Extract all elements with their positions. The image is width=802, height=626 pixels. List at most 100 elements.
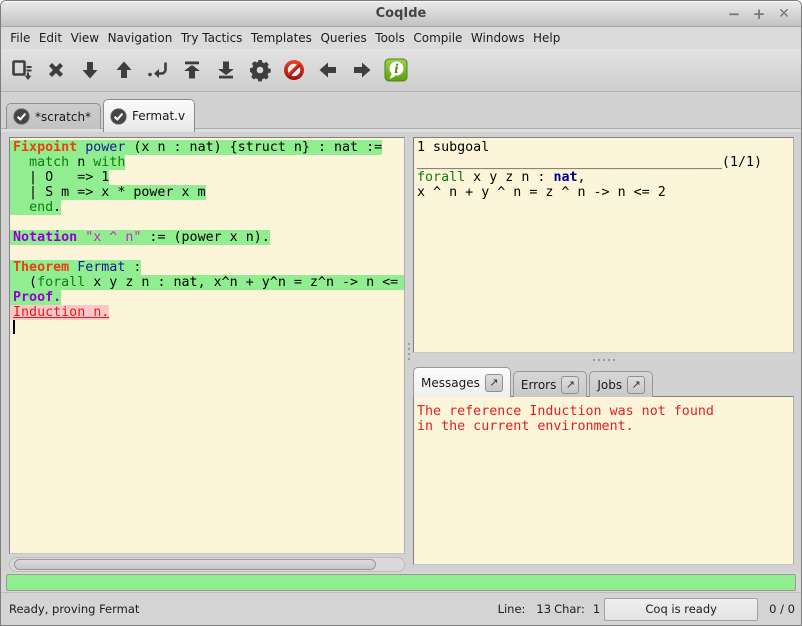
code-line-text: end.: [10, 200, 61, 215]
detach-icon[interactable]: ↗: [561, 376, 579, 394]
new-buffer-button[interactable]: [10, 55, 34, 85]
goal-line-text: x ^ n + y ^ n = z ^ n -> n <= 2: [414, 185, 666, 200]
close-buffer-button[interactable]: [44, 55, 68, 85]
message-line: in the current environment.: [417, 419, 793, 434]
about-info-button[interactable]: i: [384, 55, 408, 85]
message-line-text: The reference Induction was not found: [414, 404, 714, 419]
code-token-plain: x y z n : nat, x^n + y^n = z^n -> n <= 2…: [85, 275, 405, 290]
check-circle-icon: [13, 108, 30, 125]
code-token-plain: (x n : nat) {struct n} : nat :=: [125, 140, 382, 155]
menubar: FileEditViewNavigationTry TacticsTemplat…: [1, 27, 801, 49]
progress-row: [1, 572, 801, 592]
menu-windows[interactable]: Windows: [467, 29, 529, 47]
code-line: Fixpoint power (x n : nat) {struct n} : …: [13, 140, 404, 155]
menu-compile[interactable]: Compile: [409, 29, 467, 47]
interrupt-button[interactable]: [282, 55, 306, 85]
toolbar: i: [1, 49, 801, 92]
text-cursor: [13, 320, 15, 334]
menu-tools[interactable]: Tools: [371, 29, 409, 47]
code-token-plain: | O => 1: [13, 170, 109, 185]
code-line-text: Induction n.: [10, 305, 109, 320]
line-label: Line:: [498, 602, 526, 616]
code-token-kdecl: Proof.: [13, 290, 61, 305]
tab-fermat.v[interactable]: Fermat.v: [103, 99, 195, 132]
main-area: Fixpoint power (x n : nat) {struct n} : …: [1, 132, 801, 572]
go-to-cursor-button[interactable]: [146, 55, 170, 85]
goal-token-plain: x ^ n + y ^ n = z ^ n -> n <= 2: [417, 185, 666, 200]
menu-view[interactable]: View: [66, 29, 103, 47]
backward-step-button[interactable]: [112, 55, 136, 85]
detach-icon[interactable]: ↗: [627, 376, 645, 394]
next-button[interactable]: [350, 55, 374, 85]
goal-token-type: nat: [553, 170, 577, 185]
right-panes: 1 subgoal_______________________________…: [413, 137, 794, 572]
tab-scratch[interactable]: *scratch*: [6, 103, 101, 129]
titlebar[interactable]: CoqIde − + ✕: [1, 1, 801, 27]
interrupt-icon: [282, 58, 306, 82]
code-token-kw: end: [29, 200, 53, 215]
menu-edit[interactable]: Edit: [35, 29, 67, 47]
goal-line: 1 subgoal: [417, 140, 793, 155]
menu-queries[interactable]: Queries: [316, 29, 371, 47]
menu-navigation[interactable]: Navigation: [103, 29, 176, 47]
backward-step-icon: [113, 59, 135, 81]
code-token-str: "x ^ n": [85, 230, 141, 245]
new-buffer-icon: [10, 58, 34, 82]
goal-token-plain: x y z n :: [465, 170, 553, 185]
progress-bar: [6, 574, 796, 591]
go-to-start-button[interactable]: [180, 55, 204, 85]
messages-tabbar: Messages↗Errors↗Jobs↗: [413, 367, 794, 397]
code-line-text: match n with: [10, 155, 125, 170]
detach-icon[interactable]: ↗: [485, 374, 503, 392]
code-line: end.: [13, 200, 404, 215]
close-icon[interactable]: ✕: [777, 6, 791, 22]
menu-try-tactics[interactable]: Try Tactics: [177, 29, 247, 47]
message-token-errmsg: in the current environment.: [417, 419, 634, 434]
code-token-id: power: [85, 140, 125, 155]
previous-button[interactable]: [316, 55, 340, 85]
scrollbar-thumb[interactable]: [14, 559, 376, 570]
code-line-text: (forall x y z n : nat, x^n + y^n = z^n -…: [10, 275, 405, 290]
forward-step-button[interactable]: [78, 55, 102, 85]
code-token-id: Fermat: [77, 260, 125, 275]
grip-dot: [613, 359, 615, 361]
code-token-plain: :: [125, 260, 141, 275]
horizontal-splitter[interactable]: [413, 353, 794, 367]
menu-file[interactable]: File: [6, 29, 35, 47]
grip-dot: [408, 348, 410, 350]
tab-messages[interactable]: Messages↗: [413, 367, 511, 397]
goal-line: forall x y z n : nat,: [417, 170, 793, 185]
code-line-text: Theorem Fermat :: [10, 260, 141, 275]
menu-help[interactable]: Help: [529, 29, 565, 47]
goal-line: ______________________________________(1…: [417, 155, 793, 170]
goal-pane[interactable]: 1 subgoal_______________________________…: [413, 137, 794, 353]
goal-token-plain: ______________________________________(1…: [417, 155, 762, 170]
horizontal-scrollbar[interactable]: [9, 557, 405, 572]
code-line-text: | S m => x * power x m: [10, 185, 206, 200]
menu-templates[interactable]: Templates: [247, 29, 317, 47]
goal-line-text: 1 subgoal: [414, 140, 489, 155]
code-token-plain: [13, 200, 29, 215]
tab-errors[interactable]: Errors↗: [513, 371, 588, 397]
message-token-errmsg: The reference Induction was not found: [417, 404, 714, 419]
messages-pane[interactable]: The reference Induction was not foundin …: [413, 396, 794, 565]
settings-gear-icon: [248, 58, 272, 82]
vertical-splitter[interactable]: [405, 137, 413, 572]
tab-jobs[interactable]: Jobs↗: [589, 371, 653, 397]
go-to-end-button[interactable]: [214, 55, 238, 85]
maximize-icon[interactable]: +: [752, 6, 766, 22]
minimize-icon[interactable]: −: [727, 6, 741, 22]
goal-counter: 0 / 0: [769, 602, 795, 616]
grip-dot: [593, 359, 595, 361]
splitter-grip-icon: [408, 343, 410, 360]
settings-gear-button[interactable]: [248, 55, 272, 85]
message-line-text: in the current environment.: [414, 419, 634, 434]
code-token-plain: := (power x n).: [141, 230, 269, 245]
script-editor[interactable]: Fixpoint power (x n : nat) {struct n} : …: [9, 137, 405, 554]
window-title: CoqIde: [1, 6, 801, 21]
script-pane: Fixpoint power (x n : nat) {struct n} : …: [9, 137, 405, 572]
code-line: [13, 245, 404, 260]
code-line: Proof.: [13, 290, 404, 305]
grip-dot: [408, 353, 410, 355]
coq-status-field: Coq is ready: [604, 598, 758, 621]
